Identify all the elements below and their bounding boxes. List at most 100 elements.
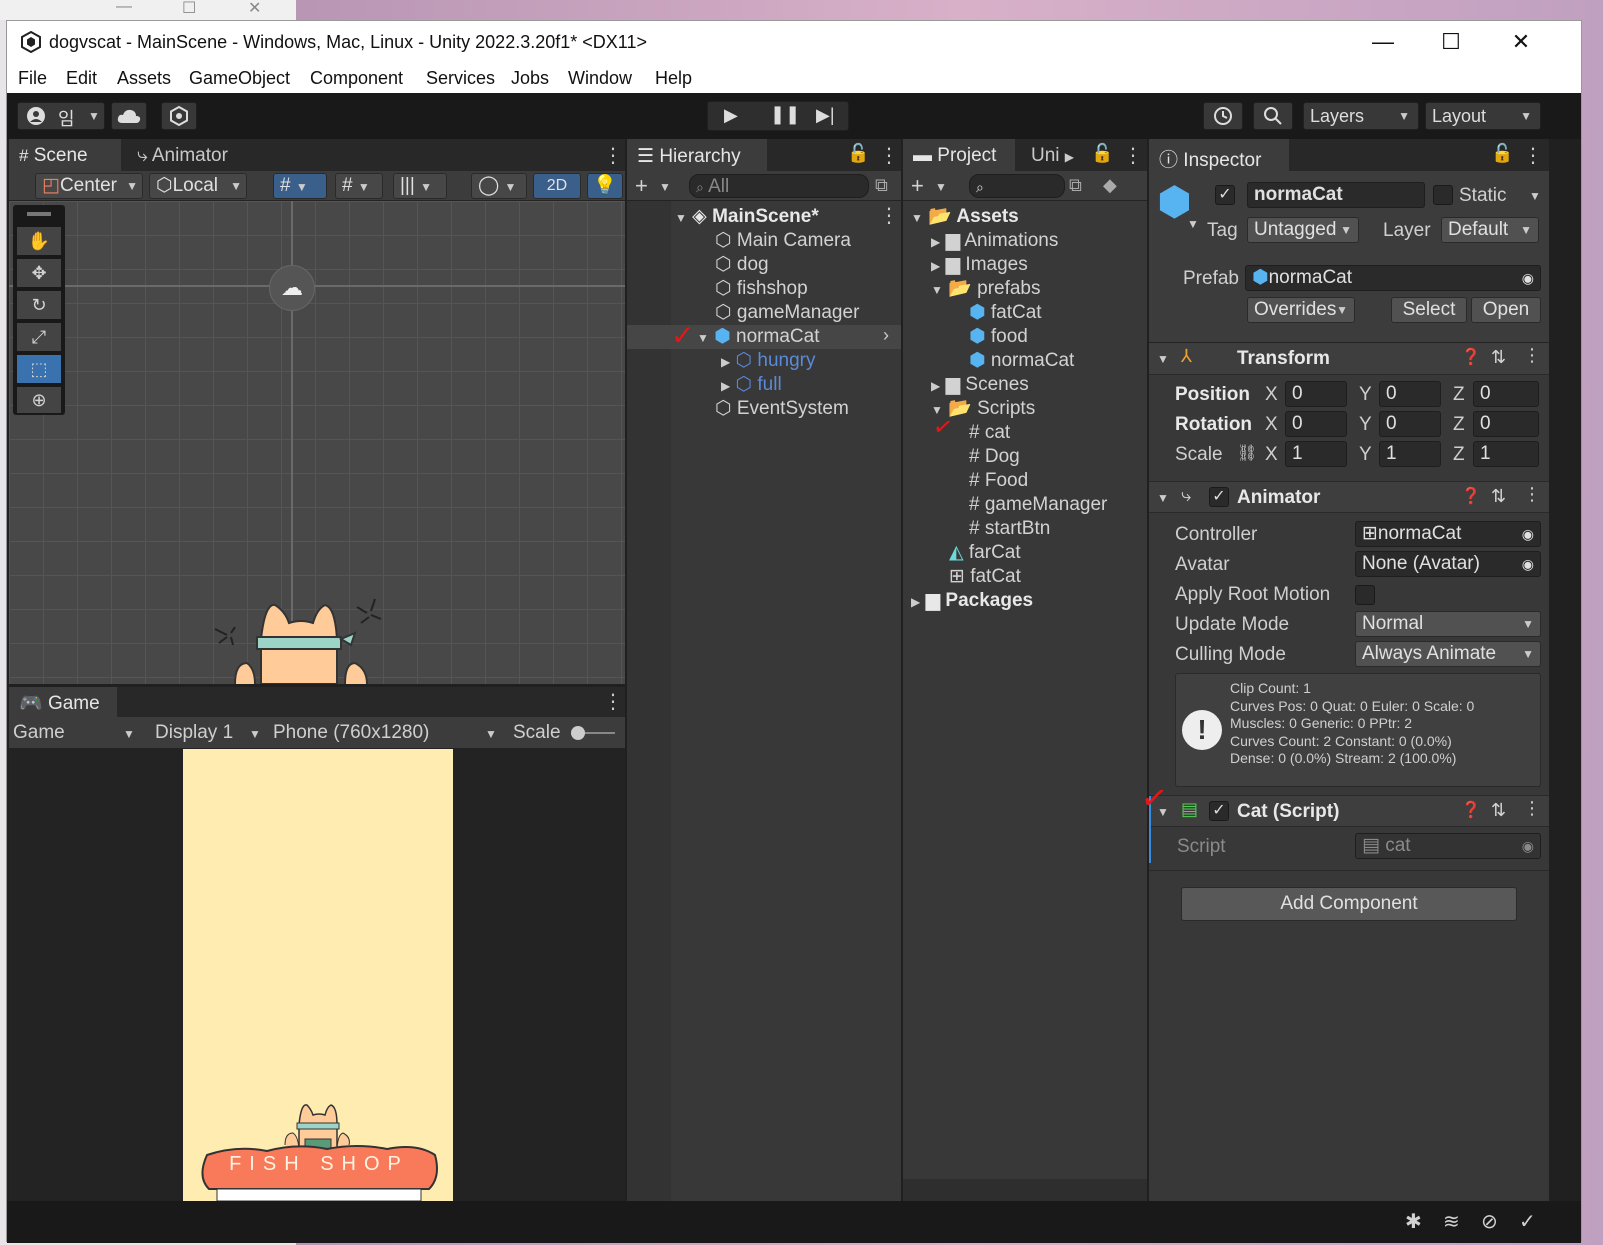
object-picker-icon[interactable]: ◉ [1522, 552, 1534, 576]
menu-file[interactable]: File [18, 68, 47, 89]
project-item[interactable]: # startBtn [969, 517, 1050, 541]
project-item[interactable]: ▶ ▆ Scenes [931, 373, 1029, 397]
lock-icon[interactable]: 🔓 [847, 143, 869, 164]
close-button[interactable]: ✕ [1491, 25, 1551, 59]
menu-gameobject[interactable]: GameObject [189, 68, 290, 89]
menu-services[interactable]: Services [426, 68, 495, 89]
tag-dropdown[interactable]: Untagged ▼ [1247, 217, 1359, 243]
bake-icon[interactable]: ⊘ [1481, 1209, 1498, 1234]
display-dropdown[interactable]: Display 1 [155, 721, 233, 745]
search-button[interactable] [1253, 102, 1293, 130]
project-item[interactable]: # Food [969, 469, 1028, 493]
scene-viewport[interactable]: ☁ ✋ ✥ ↻ ⤢ ⬚ ⊕ [9, 201, 625, 684]
step-icon[interactable]: ▶| [816, 105, 835, 126]
tab-inspector[interactable]: ⓘ Inspector [1149, 139, 1289, 171]
scene-visibility-icon[interactable]: ⧉ [875, 175, 888, 196]
open-button[interactable]: Open [1471, 297, 1541, 323]
scene-root-item[interactable]: ▼ ◈ MainScene* [675, 205, 819, 229]
scale-tool-icon[interactable]: ⤢ [17, 323, 61, 351]
project-item[interactable]: ◭ farCat [949, 541, 1021, 565]
account-button[interactable]: 임 ▼ [17, 102, 105, 130]
layer-dropdown[interactable]: Default ▼ [1441, 217, 1539, 243]
hierarchy-item[interactable]: ▶ ⬡ hungry [721, 349, 816, 373]
pause-icon[interactable]: ❚❚ [770, 104, 800, 125]
scale-z-input[interactable]: 1 [1473, 441, 1539, 467]
tab-hierarchy[interactable]: ☰ Hierarchy [627, 139, 767, 171]
grid-toggle[interactable]: # ▼ [273, 173, 327, 199]
add-component-button[interactable]: Add Component [1181, 887, 1517, 921]
menu-assets[interactable]: Assets [117, 68, 171, 89]
tab-unity[interactable]: Uni ▶ [1021, 139, 1084, 171]
cat-sprite[interactable] [205, 589, 385, 684]
component-menu-icon[interactable]: ⋮ [1523, 484, 1541, 505]
hierarchy-item[interactable]: ⬡ dog [715, 253, 769, 277]
project-menu-icon[interactable]: ⋮ [1123, 143, 1143, 168]
menu-help[interactable]: Help [655, 68, 692, 89]
collab-button[interactable] [161, 102, 197, 130]
update-mode-dropdown[interactable]: Normal ▼ [1355, 611, 1541, 637]
transform-tool-icon[interactable]: ⊕ [17, 387, 61, 413]
rect-tool-icon[interactable]: ⬚ [17, 355, 61, 383]
increment-snap-toggle[interactable]: ||| ▼ [393, 173, 447, 199]
hierarchy-search-input[interactable]: ⌕ All [689, 174, 869, 198]
project-item[interactable]: # cat [969, 421, 1010, 445]
hierarchy-item[interactable]: ⬡ gameManager [715, 301, 859, 325]
constrain-proportions-icon[interactable]: ⛓ [1237, 443, 1257, 463]
help-icon[interactable]: ❓ [1461, 347, 1481, 367]
controller-field[interactable]: ⊞normaCat ◉ [1355, 521, 1541, 547]
resolution-dropdown[interactable]: Phone (760x1280) [273, 721, 429, 745]
rotation-z-input[interactable]: 0 [1473, 411, 1539, 437]
palette-grip[interactable] [27, 212, 51, 216]
pivot-dropdown[interactable]: ◰Center ▼ [35, 173, 143, 199]
scene-item-menu-icon[interactable]: ⋮ [879, 203, 899, 228]
chevron-right-icon[interactable]: › [883, 325, 889, 346]
tab-animator[interactable]: ⤷ Animator [127, 139, 238, 171]
preset-icon[interactable]: ⇅ [1491, 347, 1506, 368]
hierarchy-item[interactable]: ⬡ Main Camera [715, 229, 851, 253]
tab-scene[interactable]: # Scene [9, 139, 121, 171]
component-menu-icon[interactable]: ⋮ [1523, 798, 1541, 819]
project-item[interactable]: ⬢ normaCat [969, 349, 1074, 373]
static-checkbox[interactable] [1433, 185, 1453, 205]
chevron-down-icon[interactable]: ▼ [1529, 189, 1541, 203]
shading-dropdown[interactable]: ◯ ▼ [471, 173, 527, 199]
layout-dropdown[interactable]: Layout ▼ [1425, 102, 1541, 130]
filter-label-icon[interactable]: ◆ [1103, 175, 1117, 196]
project-item[interactable]: ⬢ fatCat [969, 301, 1042, 325]
project-item[interactable]: ▶ ▆ Packages [911, 589, 1033, 613]
culling-mode-dropdown[interactable]: Always Animate ▼ [1355, 641, 1541, 667]
debug-icon[interactable]: ✱ [1405, 1209, 1422, 1234]
help-icon[interactable]: ❓ [1461, 486, 1481, 506]
space-dropdown[interactable]: ⬡Local ▼ [149, 173, 247, 199]
add-icon[interactable]: + [635, 173, 648, 199]
scale-slider-handle[interactable] [571, 726, 585, 740]
project-root-item[interactable]: ▼ 📂 Assets [911, 205, 1019, 229]
animator-enabled-checkbox[interactable]: ✓ [1209, 487, 1229, 507]
hierarchy-item[interactable]: ⬡ fishshop [715, 277, 808, 301]
hierarchy-item[interactable]: ▶ ⬡ full [721, 373, 782, 397]
hand-tool-icon[interactable]: ✋ [17, 227, 61, 255]
project-item[interactable]: ⬢ food [969, 325, 1028, 349]
search-type-icon[interactable]: ⧉ [1069, 175, 1082, 196]
object-name-input[interactable]: normaCat [1247, 182, 1425, 208]
minimize-button[interactable]: — [1353, 25, 1413, 59]
hierarchy-menu-icon[interactable]: ⋮ [879, 143, 899, 168]
lock-icon[interactable]: 🔓 [1491, 143, 1513, 164]
maximize-icon[interactable]: ☐ [182, 0, 196, 18]
cloud-button[interactable] [111, 102, 147, 130]
select-button[interactable]: Select [1391, 297, 1467, 323]
preset-icon[interactable]: ⇅ [1491, 800, 1506, 821]
prefab-field[interactable]: ⬢normaCat ◉ [1245, 265, 1541, 291]
object-picker-icon[interactable]: ◉ [1522, 266, 1534, 290]
project-item[interactable]: ▶ ▆ Animations [931, 229, 1058, 253]
undo-history-button[interactable] [1203, 102, 1243, 130]
project-item[interactable]: # gameManager [969, 493, 1107, 517]
component-menu-icon[interactable]: ⋮ [1523, 345, 1541, 366]
hierarchy-item[interactable]: ⬡ EventSystem [715, 397, 849, 421]
menu-window[interactable]: Window [568, 68, 632, 89]
move-tool-icon[interactable]: ✥ [17, 259, 61, 287]
preset-icon[interactable]: ⇅ [1491, 486, 1506, 507]
animator-header[interactable]: ▼ ⤷ ✓ Animator ❓ ⇅ ⋮ [1149, 481, 1549, 513]
mode-2d-toggle[interactable]: 2D [533, 173, 581, 199]
camera-gizmo-icon[interactable]: ☁ [269, 265, 315, 311]
